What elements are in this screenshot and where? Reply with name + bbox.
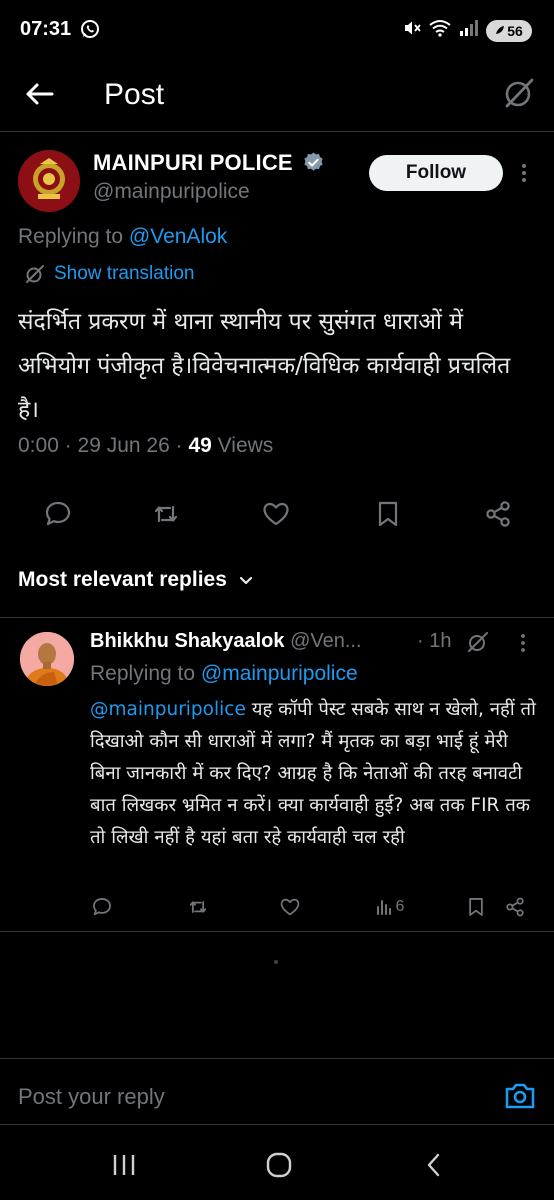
reply-reply-button[interactable] — [90, 892, 114, 922]
divider — [0, 617, 554, 618]
repost-button[interactable] — [149, 494, 183, 534]
like-button[interactable] — [259, 494, 293, 534]
mute-icon — [402, 18, 422, 43]
bookmark-icon — [378, 501, 398, 527]
reply-mention[interactable]: @mainpuripolice — [90, 699, 246, 720]
reply-replying-to-line: Replying to @mainpuripolice — [90, 662, 358, 686]
page-title: Post — [104, 78, 165, 111]
reply-more-button[interactable] — [517, 630, 529, 656]
reply-bookmark-button[interactable] — [464, 892, 488, 922]
battery-icon: 56 — [486, 19, 532, 42]
reply-replying-to-label: Replying to — [90, 662, 196, 685]
grok-button[interactable] — [500, 74, 538, 112]
back-nav-button[interactable] — [414, 1151, 454, 1179]
reply-button[interactable] — [41, 494, 75, 534]
chevron-down-icon — [239, 576, 253, 585]
author-name[interactable]: MAINPURI POLICE — [93, 150, 293, 176]
divider — [0, 931, 554, 932]
reply-header: Bhikkhu Shakyaalok @Ven... — [90, 630, 362, 653]
post-actions — [0, 494, 554, 534]
grok-icon — [468, 632, 488, 652]
share-icon — [486, 501, 510, 527]
post-date: 29 Jun 26 — [77, 434, 170, 457]
home-icon — [266, 1152, 292, 1178]
share-icon — [506, 897, 524, 917]
system-nav-bar — [0, 1125, 554, 1200]
reply-author-name[interactable]: Bhikkhu Shakyaalok — [90, 630, 285, 652]
bookmark-icon — [469, 898, 483, 916]
reply-like-button[interactable] — [278, 892, 302, 922]
reply-replying-to-handle[interactable]: @mainpuripolice — [201, 662, 358, 685]
status-icons: 56 — [402, 18, 532, 43]
signal-icon — [458, 18, 480, 43]
share-button[interactable] — [481, 494, 515, 534]
reply-grok-button[interactable] — [466, 630, 490, 654]
author-handle[interactable]: @mainpuripolice — [93, 180, 250, 204]
loading-indicator — [274, 960, 278, 964]
reply-text: @mainpuripolice यह कॉपी पेस्ट सबके साथ न… — [90, 694, 540, 854]
police-emblem-icon — [18, 150, 80, 212]
reply-time: · 1h — [417, 630, 452, 652]
verified-badge-icon — [302, 151, 325, 174]
home-button[interactable] — [259, 1151, 299, 1179]
repost-icon — [154, 505, 178, 523]
wifi-icon — [428, 18, 452, 43]
post-meta: 0:00 · 29 Jun 26 · 49 Views — [18, 434, 274, 457]
reply-share-button[interactable] — [503, 892, 527, 922]
more-vertical-icon — [522, 164, 526, 182]
reply-actions: 6 — [0, 892, 554, 922]
show-translation-label[interactable]: Show translation — [54, 263, 194, 285]
camera-button[interactable] — [503, 1080, 537, 1112]
post-time: 0:00 — [18, 434, 59, 457]
grok-icon — [26, 265, 44, 283]
bookmark-button[interactable] — [371, 494, 405, 534]
reply-avatar[interactable] — [20, 632, 74, 686]
status-time: 07:31 — [20, 18, 72, 40]
recent-apps-icon — [113, 1155, 135, 1175]
reply-body: यह कॉपी पेस्ट सबके साथ न खेलो, नहीं तो द… — [90, 699, 536, 848]
battery-level: 56 — [507, 22, 523, 39]
sort-replies-label: Most relevant replies — [18, 568, 227, 591]
more-options-button[interactable] — [516, 159, 532, 187]
replying-to-label: Replying to — [18, 225, 124, 248]
views-label: Views — [217, 434, 274, 457]
recent-apps-button[interactable] — [104, 1151, 144, 1179]
status-bar: 07:31 56 — [0, 0, 554, 60]
reply-compose-input[interactable] — [18, 1080, 478, 1114]
repost-icon — [189, 900, 207, 914]
back-icon — [427, 1153, 440, 1177]
reply-author-handle[interactable]: @Ven... — [290, 630, 361, 652]
reply-views-button[interactable]: 6 — [370, 892, 410, 922]
reply-icon — [93, 898, 111, 916]
avatar[interactable] — [18, 150, 80, 212]
views-count[interactable]: 49 — [188, 434, 211, 457]
camera-icon — [505, 1083, 535, 1109]
reply-icon — [45, 501, 71, 526]
replying-to-line: Replying to @VenAlok — [18, 225, 227, 249]
sort-replies-dropdown[interactable]: Most relevant replies — [18, 568, 255, 592]
replying-to-handle[interactable]: @VenAlok — [129, 225, 227, 248]
back-button[interactable] — [22, 76, 58, 112]
heart-icon — [263, 502, 289, 526]
analytics-icon — [376, 900, 391, 915]
post-text: संदर्भित प्रकरण में थाना स्थानीय पर सुसं… — [18, 309, 511, 423]
arrow-left-icon — [26, 83, 54, 105]
monk-avatar-icon — [20, 632, 74, 686]
heart-icon — [280, 898, 300, 916]
grok-icon — [505, 78, 534, 108]
show-translation-button[interactable]: Show translation — [24, 263, 194, 285]
reply-repost-button[interactable] — [186, 892, 210, 922]
reply-views-count: 6 — [395, 898, 405, 915]
whatsapp-icon — [80, 19, 100, 39]
top-app-bar: Post — [0, 60, 554, 132]
more-vertical-icon — [521, 634, 525, 652]
divider — [0, 1058, 554, 1059]
follow-button[interactable]: Follow — [369, 155, 503, 191]
